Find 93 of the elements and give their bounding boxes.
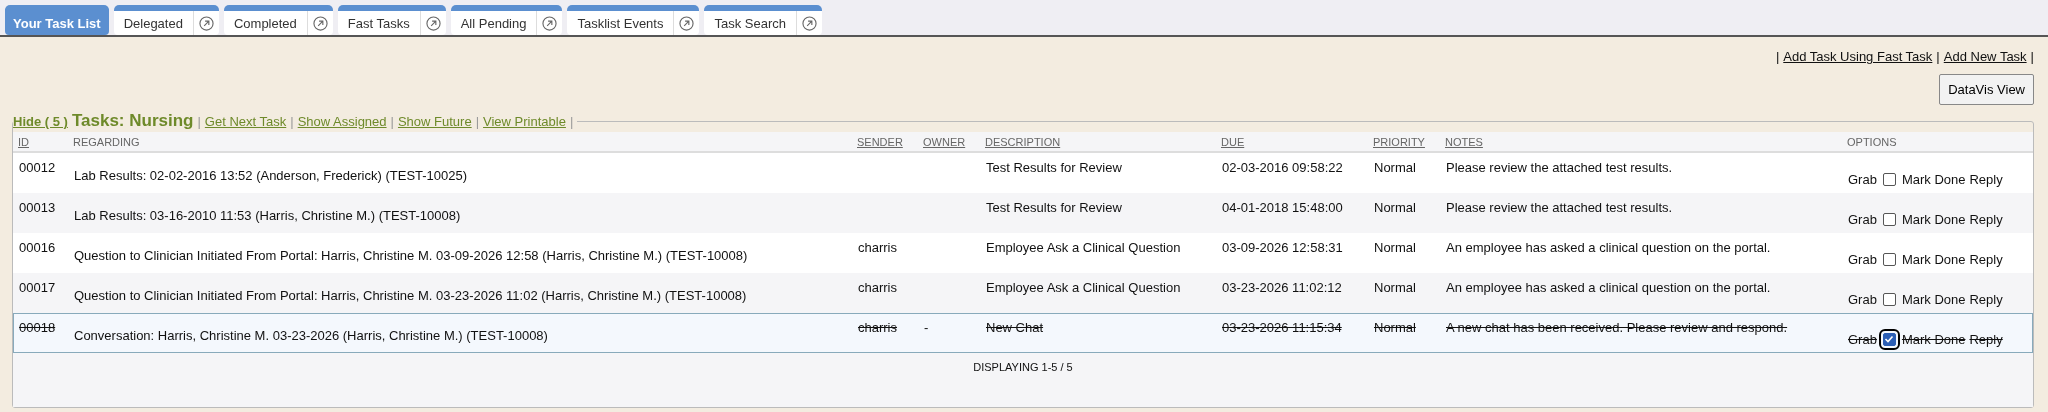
mark-done-checkbox[interactable] [1882,172,1896,186]
separator: | [1775,49,1780,64]
table-cell-text: charris [857,319,898,337]
table-cell-text: 00018 [18,319,57,337]
external-link-icon [312,15,328,31]
table-cell-text: Test Results for Review [985,159,1123,177]
reply-link[interactable]: Reply [1969,211,2003,227]
table-cell-text: An employee has asked a clinical question on the portal. [1445,279,1772,297]
column-header: OPTIONS [1846,136,1898,148]
table-row[interactable]: 00012 Lab Results: 02-02-2016 13:52 (Anderson, Frederick) (TEST-10025) Test Results for Review 02-03-2016 09:58:22 Normal Please review the attached test results. Grab Mark Done Reply [13,153,2033,193]
separator: | [290,114,294,129]
column-header[interactable]: SENDER [852,136,918,148]
table-cell-text: Normal [1373,239,1417,257]
tab[interactable]: Completed [223,5,333,35]
external-link-icon [425,15,441,31]
table-row[interactable] [13,233,2033,273]
mark-done-checkbox[interactable] [1882,252,1896,266]
table-cell-text: Test Results for Review [985,199,1123,217]
column-header[interactable]: DESCRIPTION [980,136,1216,148]
checkbox-label[interactable]: Mark Done [1901,251,1966,267]
column-header[interactable]: DUE [1216,136,1368,148]
table-cell-text: New Chat [985,319,1045,337]
table-cell-text: 03-23-2026 11:02:12 [1221,279,1343,297]
link[interactable]: Add New Task [1943,49,2027,64]
tab[interactable]: Task Search [704,5,822,35]
column-header[interactable]: ID [13,136,68,148]
table-cell-text: Normal [1373,319,1417,337]
grab-link[interactable]: Grab [1848,291,1877,307]
table-cell-text: Normal [1373,159,1417,177]
table-cell-text: A new chat has been received. Please review and respond. [1445,319,1789,337]
table-cell-text: An employee has asked a clinical question on the portal. [1445,239,1772,257]
table-cell-text: 00012 [18,159,57,177]
table-cell-text: charris [857,279,898,297]
external-link-icon [542,15,558,31]
pagination-status: DISPLAYING 1-5 / 5 [972,360,1074,375]
grab-link[interactable]: Grab [1848,211,1877,227]
panel-title: Tasks: Nursing [71,111,194,131]
table-cell-text: charris [857,239,898,257]
link[interactable]: Show Assigned [297,114,387,129]
separator: | [1936,49,1940,64]
reply-link[interactable]: Reply [1969,291,2003,307]
tab[interactable]: Delegated [113,5,219,35]
checkbox-label[interactable]: Mark Done [1901,331,1966,347]
separator: | [390,114,394,129]
table-cell-text: Lab Results: 03-16-2010 11:53 (Harris, Christine M.) (TEST-10008) [73,207,462,225]
table-cell-text: Conversation: Harris, Christine M. 03-23-2026 (Harris, Christine M.) (TEST-10008) [73,327,549,345]
separator: | [569,114,574,129]
table-cell-text: Employee Ask a Clinical Question [985,279,1182,297]
table-cell-text: Employee Ask a Clinical Question [985,239,1182,257]
separator: | [475,114,480,129]
table-cell-text: Please review the attached test results. [1445,199,1674,217]
table-cell-text: 02-03-2016 09:58:22 [1221,159,1344,177]
table-cell-text: 03-09-2026 12:58:31 [1221,239,1344,257]
table-cell-text: Please review the attached test results. [1445,159,1674,177]
reply-link[interactable]: Reply [1969,331,2003,347]
datavis-view-button[interactable]: DataVis View [1939,74,2034,105]
table-cell-text: Normal [1373,279,1417,297]
tab[interactable]: Fast Tasks [337,5,446,35]
external-link-icon [802,15,817,31]
link[interactable]: Show Future [397,114,472,129]
table-cell-text: Lab Results: 02-02-2016 13:52 (Anderson, Frederick) (TEST-10025) [73,167,469,185]
tab[interactable]: All Pending [450,5,563,35]
link[interactable]: Add Task Using Fast Task [1783,49,1933,64]
external-link-icon [198,15,214,31]
checkbox-label[interactable]: Mark Done [1901,171,1966,187]
table-cell-text: 00013 [18,199,57,217]
link[interactable]: View Printable [483,114,566,129]
table-cell-text: 00016 [18,239,57,257]
separator: | [197,114,201,129]
column-header[interactable]: OWNER [918,136,980,148]
reply-link[interactable]: Reply [1969,251,2003,267]
tab[interactable]: Tasklist Events [567,5,700,35]
grab-link[interactable]: Grab [1848,331,1877,347]
table-cell-text: - [923,319,930,337]
grab-link[interactable]: Grab [1848,171,1877,187]
column-header[interactable]: NOTES [1440,136,1842,148]
grab-link[interactable]: Grab [1848,251,1877,267]
table-cell-text: 00017 [18,279,57,297]
external-link-icon [679,15,695,31]
column-header[interactable]: PRIORITY [1368,136,1440,148]
separator: | [2030,49,2034,64]
table-cell-text: Question to Clinician Initiated From Portal: Harris, Christine M. 03-09-2026 12:58 (Harris, Christine M.) (TEST-10008) [73,247,749,265]
table-cell-text: 04-01-2018 15:48:00 [1221,199,1344,217]
mark-done-checkbox[interactable] [1882,292,1896,306]
table-cell-text: 03-23-2026 11:15:34 [1221,319,1343,337]
checkbox-label[interactable]: Mark Done [1901,291,1966,307]
table-row[interactable] [13,313,2033,353]
mark-done-checkbox[interactable] [1882,212,1896,226]
table-cell-text: Normal [1373,199,1417,217]
checkbox-label[interactable]: Mark Done [1901,211,1966,227]
column-header: REGARDING [72,136,141,148]
reply-link[interactable]: Reply [1969,171,2003,187]
table-cell-text: Question to Clinician Initiated From Portal: Harris, Christine M. 03-23-2026 11:02 (Harris, Christine M.) (TEST-10008) [73,287,748,305]
